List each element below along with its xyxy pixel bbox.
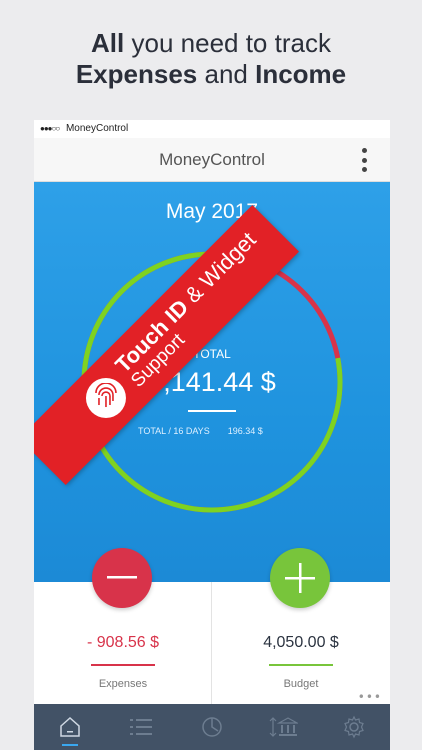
expenses-label: Expenses: [98, 678, 148, 690]
total-days-value: 196.34 $: [227, 426, 263, 436]
budget-underline: [269, 664, 333, 666]
home-icon: [59, 716, 80, 737]
promo-headline: All you need to track Expenses and Incom…: [0, 28, 422, 90]
status-bar: ●●●○○ MoneyControl: [34, 120, 390, 138]
app-title: MoneyControl: [159, 150, 265, 169]
add-income-button[interactable]: [270, 548, 330, 608]
list-icon: [129, 719, 152, 735]
menu-dot: [361, 157, 367, 163]
tab-home[interactable]: [50, 704, 90, 750]
more-options-icon[interactable]: •••: [358, 690, 382, 704]
menu-dot: [361, 148, 367, 153]
tab-bar: [34, 704, 390, 750]
headline-and: and: [204, 59, 248, 89]
tab-list[interactable]: [121, 704, 161, 750]
tab-bank[interactable]: [263, 704, 303, 750]
tab-history[interactable]: [192, 704, 232, 750]
headline-line1-rest: you need to track: [131, 28, 331, 58]
headline-bold-income: Income: [255, 59, 347, 89]
month-title[interactable]: May 2017: [34, 200, 390, 224]
total-underline: [188, 410, 236, 412]
bank-transfer-icon: [269, 717, 299, 737]
tab-settings[interactable]: [334, 704, 374, 750]
add-expense-button[interactable]: [92, 548, 152, 608]
headline-bold-all: All: [91, 28, 125, 58]
phone-screen: ●●●○○ MoneyControl MoneyControl May 2017…: [34, 120, 390, 750]
fingerprint-icon: [85, 378, 126, 419]
gear-icon: [344, 715, 365, 739]
budget-amount[interactable]: 4,050.00 $: [212, 634, 390, 652]
total-days: TOTAL / 16 DAYS 196.34 $: [138, 426, 263, 436]
menu-dot: [361, 167, 367, 172]
kebab-menu-icon[interactable]: [360, 148, 368, 172]
headline-bold-expenses: Expenses: [75, 59, 198, 89]
history-chart-icon: [202, 717, 222, 737]
signal-icon: ●●●○○: [40, 124, 60, 133]
plus-icon: [285, 563, 315, 593]
nav-bar: MoneyControl: [34, 138, 390, 182]
expenses-underline: [91, 664, 155, 666]
minus-icon: [107, 576, 137, 579]
total-label: TOTAL: [193, 347, 231, 361]
expenses-amount[interactable]: - 908.56 $: [34, 634, 212, 652]
fingerprint-glyph: [95, 383, 117, 408]
budget-label: Budget: [283, 678, 319, 690]
carrier-name: MoneyControl: [65, 123, 129, 134]
total-days-label: TOTAL / 16 DAYS: [138, 426, 210, 436]
